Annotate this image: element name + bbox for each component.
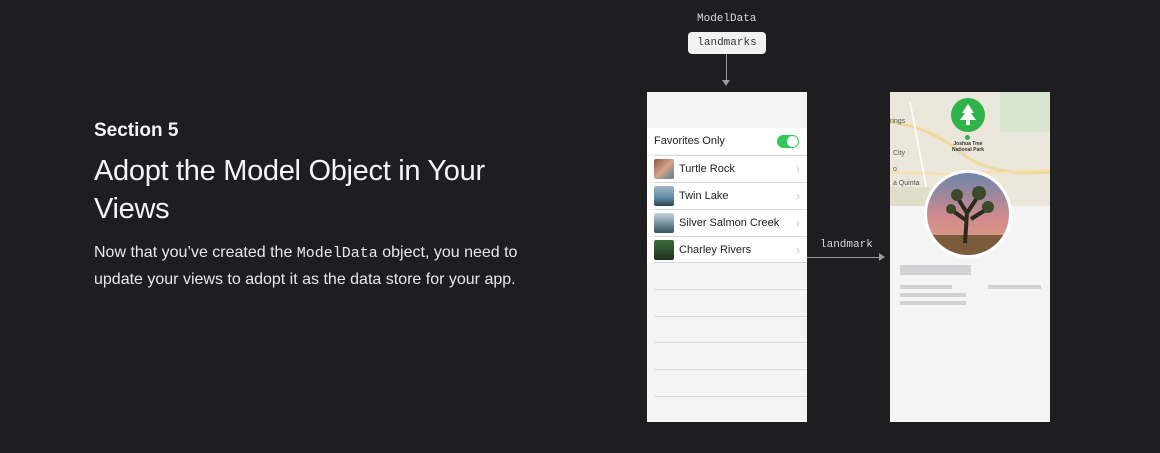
chevron-right-icon: › [796, 216, 800, 230]
down-arrow-icon [722, 80, 730, 86]
charley-rivers-thumbnail [654, 240, 674, 260]
chevron-right-icon: › [796, 189, 800, 203]
list-row-turtle-rock[interactable]: Turtle Rock › [647, 156, 807, 182]
silver-salmon-creek-thumbnail [654, 213, 674, 233]
park-name-label: Joshua Tree National Park [938, 141, 998, 153]
park-map-pin [951, 98, 985, 132]
map-place-label: o [893, 166, 897, 173]
data-flow-diagram: ModelData landmarks Favorites Only Turtl… [0, 0, 1160, 453]
favorites-toggle-row: Favorites Only [647, 128, 807, 154]
chevron-right-icon: › [796, 162, 800, 176]
empty-row-separator [654, 316, 807, 317]
empty-row-separator [654, 369, 807, 370]
landmark-circle-image [924, 170, 1012, 258]
list-row-twin-lake[interactable]: Twin Lake › [647, 183, 807, 209]
list-row-silver-salmon-creek[interactable]: Silver Salmon Creek › [647, 210, 807, 236]
joshua-tree-photo [927, 173, 1009, 255]
empty-row-separator [654, 289, 807, 290]
map-place-label: rings [890, 118, 906, 125]
park-name-line2: National Park [952, 147, 984, 153]
chevron-right-icon: › [796, 243, 800, 257]
favorites-toggle[interactable] [777, 135, 799, 148]
landmark-connection-label: landmark [820, 239, 873, 251]
turtle-rock-thumbnail [654, 159, 674, 179]
favorites-toggle-label: Favorites Only [654, 135, 725, 147]
list-row-label: Silver Salmon Creek [679, 217, 780, 229]
model-data-label: ModelData [697, 13, 757, 25]
empty-row-separator [654, 342, 807, 343]
toggle-knob [787, 136, 798, 147]
text-placeholder-bar [900, 293, 966, 297]
pin-marker-dot [965, 135, 970, 140]
text-placeholder-bar [900, 285, 952, 289]
tree-icon [960, 104, 976, 125]
map-place-label: City [893, 150, 906, 157]
model-to-list-connector [726, 54, 727, 80]
text-placeholder-bar [900, 301, 966, 305]
list-row-label: Twin Lake [679, 190, 729, 202]
list-row-label: Turtle Rock [679, 163, 735, 175]
landmarks-property-pill: landmarks [688, 32, 766, 54]
list-row-charley-rivers[interactable]: Charley Rivers › [647, 237, 807, 263]
right-arrow-icon [879, 253, 885, 261]
list-row-label: Charley Rivers [679, 244, 752, 256]
twin-lake-thumbnail [654, 186, 674, 206]
row-separator [654, 262, 807, 263]
empty-row-separator [654, 396, 807, 397]
text-placeholder-bar [988, 285, 1041, 289]
title-placeholder-bar [900, 265, 971, 275]
map-place-label: a Quinta [893, 180, 920, 187]
list-to-detail-connector [807, 257, 879, 258]
